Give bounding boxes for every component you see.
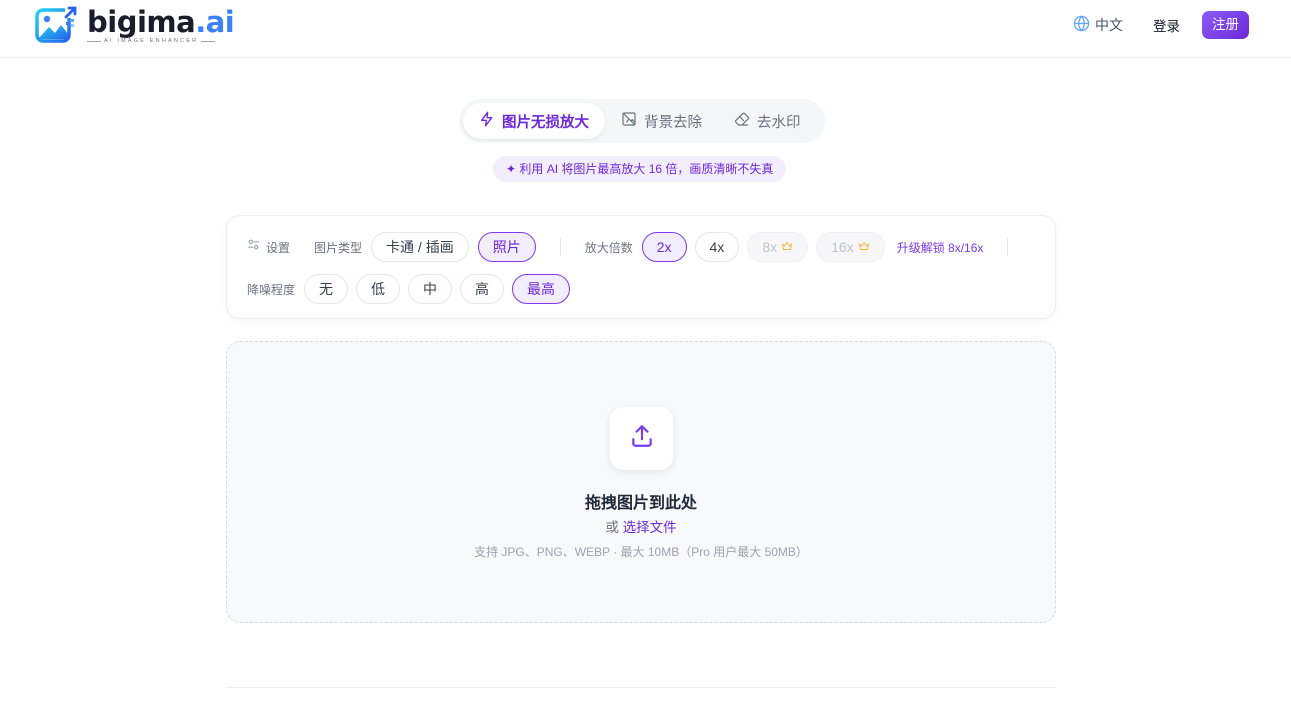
crown-icon: [781, 239, 793, 255]
logo-tagline: AI IMAGE ENHANCER: [104, 38, 199, 44]
upload-icon: [629, 423, 655, 454]
scale-option-2x[interactable]: 2x: [641, 232, 687, 262]
eraser-icon: [734, 111, 750, 131]
zap-icon: [479, 111, 495, 131]
type-option-photo[interactable]: 照片: [477, 232, 536, 262]
or-label: 或: [605, 520, 619, 535]
tab-remove-bg[interactable]: 背景去除: [605, 103, 718, 139]
crown-icon: [858, 239, 870, 255]
logo-suffix: ai: [205, 5, 235, 39]
denoise-option-low[interactable]: 低: [356, 274, 401, 304]
tab-label: 图片无损放大: [502, 114, 589, 131]
image-type-label: 图片类型: [314, 240, 363, 255]
settings-row-type-scale: 设置 图片类型 卡通 / 插画 照片 放大倍数 2x 4x 8x 16x 升级解…: [247, 232, 1009, 262]
dropzone-title: 拖拽图片到此处: [584, 495, 697, 512]
denoise-label: 降噪程度: [247, 282, 296, 297]
image-off-icon: [621, 111, 637, 131]
dropzone-note: 支持 JPG、PNG、WEBP · 最大 10MB（Pro 用户最大 50MB）: [474, 545, 808, 559]
choose-file-link[interactable]: 选择文件: [623, 520, 677, 535]
logo-name: bigima: [87, 5, 196, 39]
divider: [1007, 238, 1009, 256]
denoise-option-high[interactable]: 高: [460, 274, 505, 304]
scale-option-4x[interactable]: 4x: [694, 232, 740, 262]
type-option-cartoon[interactable]: 卡通 / 插画: [371, 232, 469, 262]
tab-remove-watermark[interactable]: 去水印: [718, 103, 817, 139]
upgrade-link[interactable]: 升级解锁 8x/16x: [897, 239, 984, 256]
settings-text: 设置: [266, 240, 291, 255]
tab-label: 去水印: [757, 114, 801, 131]
scale-option-8x[interactable]: 8x: [747, 232, 809, 262]
login-button[interactable]: 登录: [1153, 15, 1180, 35]
denoise-option-medium[interactable]: 中: [408, 274, 453, 304]
upload-button[interactable]: [610, 407, 673, 470]
scale-value: 8x: [762, 239, 778, 255]
divider: [559, 238, 561, 256]
scale-label: 放大倍数: [584, 240, 633, 255]
globe-icon: [1073, 15, 1090, 35]
scale-value: 16x: [831, 239, 854, 255]
sliders-icon: [247, 238, 260, 256]
settings-label: 设置: [247, 238, 290, 256]
tab-upscale[interactable]: 图片无损放大: [463, 103, 605, 139]
signup-button[interactable]: 注册: [1202, 11, 1249, 39]
logo-dot: .: [195, 5, 206, 39]
tab-label: 背景去除: [644, 114, 702, 131]
logo-icon: [35, 5, 78, 45]
divider: [226, 687, 1056, 688]
dropzone-or-row: 或 选择文件: [227, 516, 1055, 536]
upload-dropzone[interactable]: 拖拽图片到此处 或 选择文件 支持 JPG、PNG、WEBP · 最大 10MB…: [226, 341, 1056, 623]
language-label: 中文: [1095, 17, 1123, 33]
feature-tagline: ✦ 利用 AI 将图片最高放大 16 倍，画质清晰不失真: [493, 156, 787, 182]
tool-tabs: 图片无损放大 背景去除 去水印: [459, 99, 825, 143]
settings-panel: 设置 图片类型 卡通 / 插画 照片 放大倍数 2x 4x 8x 16x 升级解…: [226, 215, 1056, 319]
settings-row-denoise: 降噪程度 无 低 中 高 最高: [247, 274, 571, 304]
logo[interactable]: bigima.ai AI IMAGE ENHANCER: [35, 5, 235, 45]
denoise-option-max[interactable]: 最高: [512, 274, 571, 304]
scale-option-16x[interactable]: 16x: [816, 232, 885, 262]
top-header: bigima.ai AI IMAGE ENHANCER 中文 登录 注册: [0, 0, 1291, 58]
language-switcher[interactable]: 中文: [1073, 15, 1123, 35]
denoise-option-none[interactable]: 无: [304, 274, 349, 304]
